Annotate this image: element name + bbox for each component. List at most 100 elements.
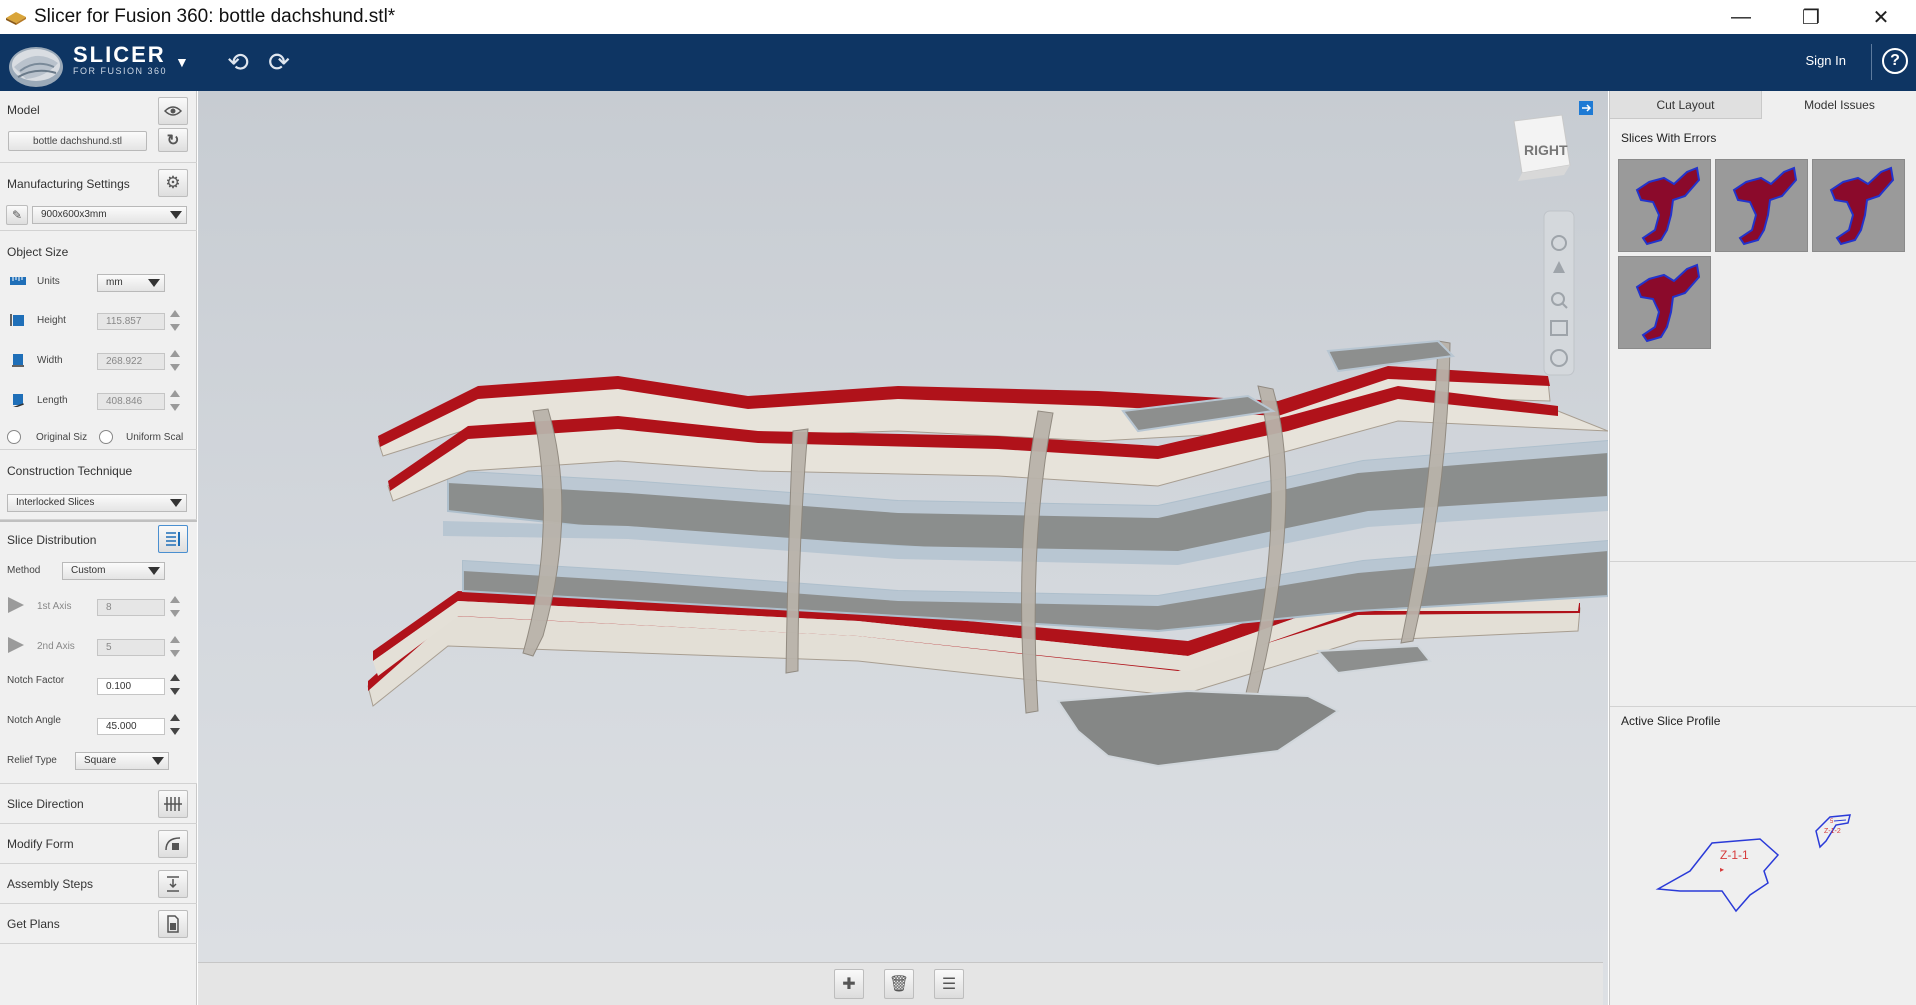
get-plans-row[interactable]: Get Plans <box>0 904 197 944</box>
method-value: Custom <box>71 565 106 576</box>
help-button[interactable]: ? <box>1882 48 1908 74</box>
restore-button[interactable]: ❐ <box>1776 0 1846 34</box>
visibility-button[interactable] <box>158 97 188 125</box>
axis1-play-icon <box>8 597 24 613</box>
brand: SLICER FOR FUSION 360 <box>73 44 168 77</box>
construction-dropdown[interactable]: Interlocked Slices <box>7 494 187 512</box>
construction-section: Construction Technique Interlocked Slice… <box>0 450 197 520</box>
construction-value: Interlocked Slices <box>16 497 95 508</box>
undo-button[interactable]: ⟲ <box>222 46 254 78</box>
slice-distribution-button[interactable] <box>158 525 188 553</box>
modify-form-icon <box>165 837 181 851</box>
header-divider <box>1871 44 1872 80</box>
app-header: SLICER FOR FUSION 360 ▼ ⟲ ⟳ Sign In ? <box>0 34 1916 91</box>
tab-model-issues[interactable]: Model Issues <box>1762 91 1916 119</box>
svg-text:5: 5 <box>1830 819 1834 825</box>
chevron-down-icon <box>152 757 164 765</box>
manufacturing-settings-button[interactable]: ⚙ <box>158 169 188 197</box>
modify-form-button[interactable] <box>158 830 188 858</box>
view-cube: RIGHT <box>1513 114 1571 181</box>
notch-factor-input[interactable]: 0.100 <box>97 678 165 695</box>
delete-slice-button[interactable]: 🗑 <box>884 969 914 999</box>
svg-text:Z-1-2: Z-1-2 <box>1824 828 1841 835</box>
notch-angle-label: Notch Angle <box>7 715 61 726</box>
preset-value: 900x600x3mm <box>41 209 107 220</box>
get-plans-button[interactable] <box>158 910 188 938</box>
height-stepper[interactable] <box>169 308 181 336</box>
axis2-stepper[interactable] <box>169 634 181 662</box>
notch-angle-input[interactable]: 45.000 <box>97 718 165 735</box>
original-size-radio[interactable] <box>7 430 21 444</box>
preset-dropdown[interactable]: 900x600x3mm <box>32 206 187 224</box>
uniform-scale-radio[interactable] <box>99 430 113 444</box>
reload-model-button[interactable]: ↻ <box>158 128 188 152</box>
brand-sub: FOR FUSION 360 <box>73 66 168 76</box>
axis1-stepper[interactable] <box>169 594 181 622</box>
redo-button[interactable]: ⟳ <box>263 46 295 78</box>
error-slice-thumbnail[interactable] <box>1618 159 1711 252</box>
tab-cut-layout[interactable]: Cut Layout <box>1610 91 1762 119</box>
eye-icon <box>164 106 182 116</box>
length-stepper[interactable] <box>169 388 181 416</box>
modify-form-row[interactable]: Modify Form <box>0 824 197 864</box>
right-panel: Cut Layout Model Issues Slices With Erro… <box>1609 91 1916 1005</box>
assembly-steps-row[interactable]: Assembly Steps <box>0 864 197 904</box>
slice-direction-label: Slice Direction <box>7 797 84 811</box>
sign-in-link[interactable]: Sign In <box>1806 53 1846 68</box>
active-slice-profile-heading: Active Slice Profile <box>1621 714 1721 728</box>
slice-direction-icon <box>164 797 182 811</box>
length-input[interactable]: 408.846 <box>97 393 165 410</box>
method-dropdown[interactable]: Custom <box>62 562 165 580</box>
notch-angle-stepper[interactable] <box>169 712 181 740</box>
assembly-steps-button[interactable] <box>158 870 188 898</box>
close-icon: ✕ <box>1872 6 1890 29</box>
slice-settings-button[interactable]: ☰ <box>934 969 964 999</box>
construction-label: Construction Technique <box>7 464 133 478</box>
add-slice-button[interactable]: ✚ <box>834 969 864 999</box>
3d-viewport[interactable]: RIGHT <box>198 91 1608 1005</box>
length-icon <box>12 394 24 407</box>
svg-text:Z-1-1: Z-1-1 <box>1720 848 1749 862</box>
refresh-icon: ↻ <box>166 132 180 149</box>
pencil-icon: ✎ <box>11 208 23 222</box>
notch-factor-stepper[interactable] <box>169 672 181 700</box>
model-section: Model bottle dachshund.stl ↻ <box>0 91 197 163</box>
chevron-down-icon <box>170 499 182 507</box>
units-value: mm <box>106 277 123 288</box>
original-size-label: Original Siz <box>36 432 88 443</box>
axis2-play-icon <box>8 637 24 653</box>
axis1-input[interactable]: 8 <box>97 599 165 616</box>
assembly-icon <box>167 876 179 892</box>
slice-distribution-label: Slice Distribution <box>7 533 97 547</box>
axis2-input[interactable]: 5 <box>97 639 165 656</box>
width-stepper[interactable] <box>169 348 181 376</box>
chevron-down-icon <box>148 567 160 575</box>
width-input[interactable]: 268.922 <box>97 353 165 370</box>
minimize-button[interactable]: — <box>1706 0 1776 34</box>
object-size-section: Object Size Units mm Height 115.857 Widt… <box>0 231 197 450</box>
height-input[interactable]: 115.857 <box>97 313 165 330</box>
app-icon <box>4 8 28 26</box>
notch-factor-label: Notch Factor <box>7 675 65 686</box>
close-button[interactable]: ✕ <box>1846 0 1916 34</box>
axis1-label: 1st Axis <box>37 601 72 612</box>
app-menu-caret-icon[interactable]: ▼ <box>175 54 189 70</box>
restore-icon: ❐ <box>1802 6 1820 29</box>
slice-direction-button[interactable] <box>158 790 188 818</box>
edit-preset-button[interactable]: ✎ <box>6 205 28 225</box>
error-slice-thumbnail[interactable] <box>1715 159 1808 252</box>
slices-with-errors-heading: Slices With Errors <box>1621 131 1717 145</box>
error-slice-thumbnail[interactable] <box>1618 256 1711 349</box>
panel-divider <box>1610 706 1916 707</box>
error-slice-thumbnail[interactable] <box>1812 159 1905 252</box>
model-file-button[interactable]: bottle dachshund.stl <box>8 131 147 151</box>
slice-direction-row[interactable]: Slice Direction <box>0 784 197 824</box>
slice-distribution-section: Slice Distribution Method Custom 1st Axi… <box>0 520 197 784</box>
relief-type-dropdown[interactable]: Square <box>75 752 169 770</box>
method-label: Method <box>7 565 41 576</box>
chevron-down-icon <box>170 211 182 219</box>
length-label: Length <box>37 395 68 406</box>
svg-text:RIGHT: RIGHT <box>1524 142 1568 158</box>
units-dropdown[interactable]: mm <box>97 274 165 292</box>
modify-form-label: Modify Form <box>7 837 74 851</box>
